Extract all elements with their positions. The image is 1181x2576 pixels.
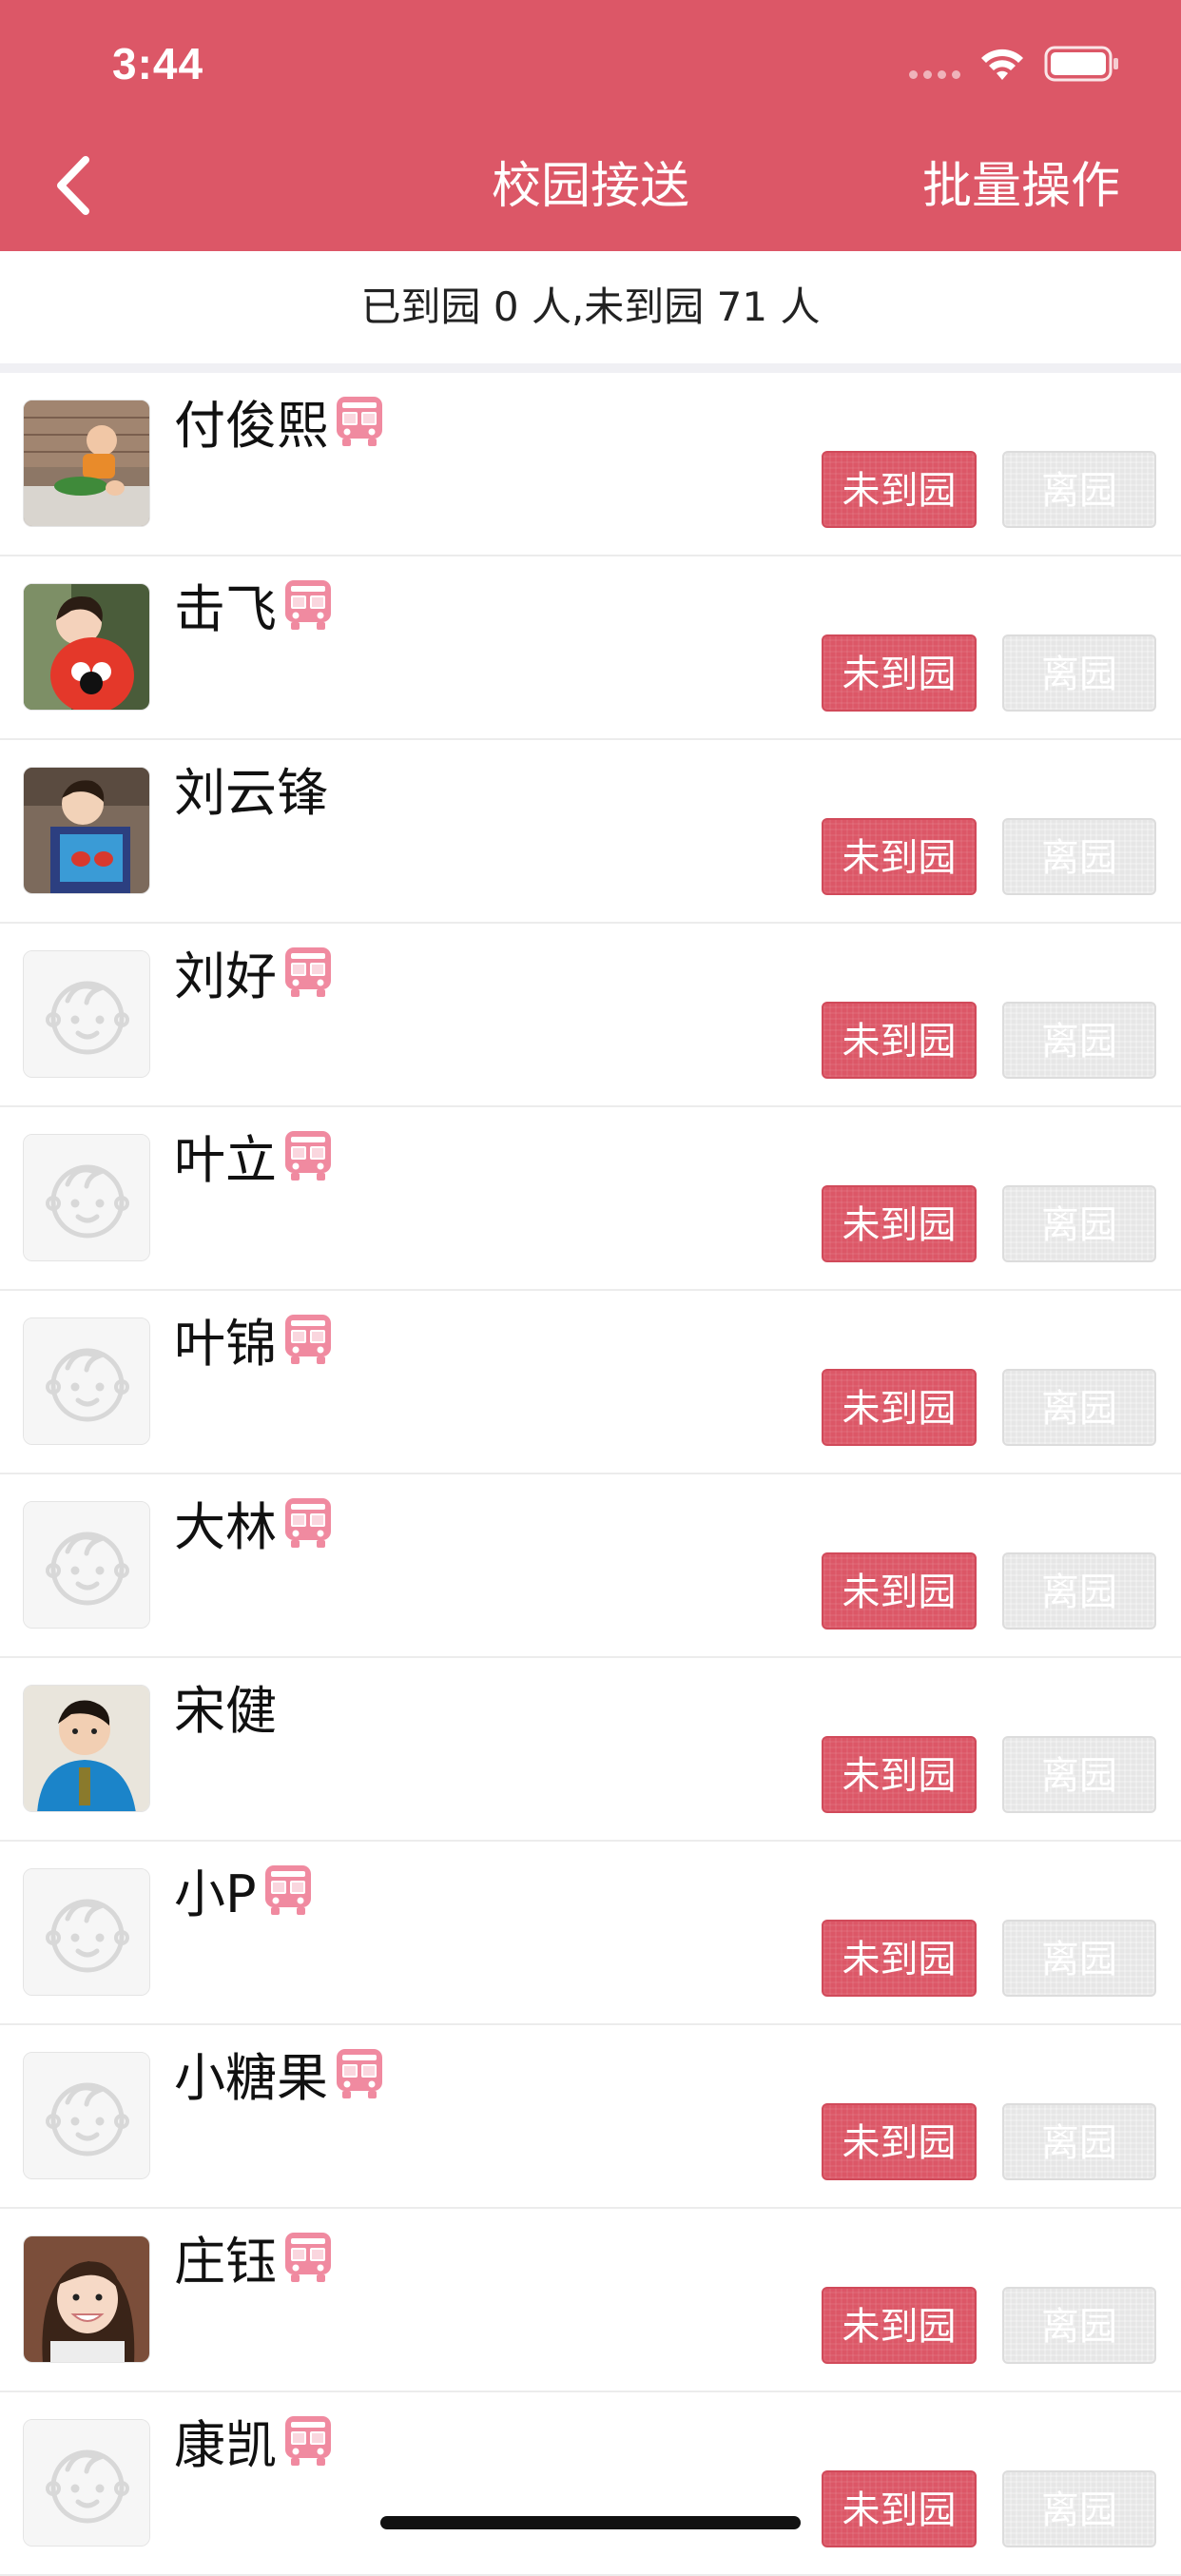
- student-name-wrap: 击飞: [174, 566, 334, 642]
- not-arrived-button[interactable]: 未到园: [822, 2103, 977, 2180]
- student-name: 叶锦: [174, 1313, 277, 1374]
- avatar: [23, 2235, 150, 2363]
- list-item[interactable]: 刘云锋未到园 离园: [0, 740, 1181, 924]
- list-item[interactable]: 叶立 未到园 离园: [0, 1107, 1181, 1291]
- avatar-placeholder-icon: [23, 2052, 150, 2179]
- avatar: [23, 400, 150, 527]
- signal-icon: [909, 70, 960, 79]
- not-arrived-button[interactable]: 未到园: [822, 1002, 977, 1079]
- school-bus-icon: [282, 2229, 334, 2284]
- student-name-wrap: 小P: [174, 1851, 314, 1927]
- leave-button[interactable]: 离园: [1002, 1002, 1156, 1079]
- wifi-icon: [981, 49, 1023, 80]
- list-item[interactable]: 小糖果 未到园 离园: [0, 2025, 1181, 2209]
- status-time: 3:44: [112, 39, 204, 88]
- student-name-wrap: 刘云锋: [174, 750, 328, 826]
- batch-operation-button[interactable]: 批量操作: [922, 154, 1120, 219]
- student-name-wrap: 宋健: [174, 1668, 277, 1744]
- avatar: [23, 1685, 150, 1812]
- student-name: 康凯: [174, 2414, 277, 2475]
- not-arrived-button[interactable]: 未到园: [822, 2287, 977, 2364]
- school-bus-icon: [334, 2045, 385, 2100]
- not-arrived-button[interactable]: 未到园: [822, 1369, 977, 1446]
- student-name: 庄钰: [174, 2231, 277, 2292]
- student-name-wrap: 叶立: [174, 1117, 334, 1193]
- school-bus-icon: [262, 1862, 314, 1917]
- school-bus-icon: [282, 1494, 334, 1550]
- leave-button[interactable]: 离园: [1002, 818, 1156, 895]
- student-name-wrap: 刘好: [174, 933, 334, 1009]
- battery-icon: [1044, 46, 1118, 82]
- student-name: 叶立: [174, 1129, 277, 1190]
- school-bus-icon: [334, 393, 385, 448]
- avatar-placeholder-icon: [23, 1868, 150, 1996]
- leave-button[interactable]: 离园: [1002, 1736, 1156, 1813]
- home-indicator[interactable]: [380, 2516, 801, 2529]
- leave-button[interactable]: 离园: [1002, 451, 1156, 528]
- not-arrived-button[interactable]: 未到园: [822, 634, 977, 712]
- student-name: 大林: [174, 1496, 277, 1557]
- student-name: 小P: [174, 1864, 257, 1924]
- student-name: 刘云锋: [174, 762, 328, 823]
- list-item[interactable]: 康凯 未到园 离园: [0, 2392, 1181, 2576]
- not-arrived-button[interactable]: 未到园: [822, 1552, 977, 1630]
- school-bus-icon: [282, 944, 334, 999]
- list-item[interactable]: 刘好 未到园 离园: [0, 924, 1181, 1107]
- student-list: 付俊熙 未到园 离园 击飞 未到园 离园 刘云锋 未到园 离园 刘好 未到园 离…: [0, 373, 1181, 2576]
- list-item[interactable]: 小P 未到园 离园: [0, 1842, 1181, 2025]
- student-name: 击飞: [174, 578, 277, 639]
- leave-button[interactable]: 离园: [1002, 634, 1156, 712]
- list-item[interactable]: 庄钰 未到园 离园: [0, 2209, 1181, 2392]
- student-name: 刘好: [174, 946, 277, 1006]
- school-bus-icon: [282, 1311, 334, 1366]
- student-name-wrap: 小糖果: [174, 2035, 385, 2111]
- list-item[interactable]: 大林 未到园 离园: [0, 1474, 1181, 1658]
- student-name-wrap: 大林: [174, 1484, 334, 1560]
- avatar-placeholder-icon: [23, 1501, 150, 1629]
- avatar-placeholder-icon: [23, 950, 150, 1078]
- avatar-placeholder-icon: [23, 1134, 150, 1261]
- not-arrived-button[interactable]: 未到园: [822, 1920, 977, 1997]
- leave-button[interactable]: 离园: [1002, 2470, 1156, 2547]
- leave-button[interactable]: 离园: [1002, 2103, 1156, 2180]
- section-divider: [0, 363, 1181, 373]
- leave-button[interactable]: 离园: [1002, 1185, 1156, 1262]
- student-name: 小糖果: [174, 2047, 328, 2108]
- list-item[interactable]: 付俊熙 未到园 离园: [0, 373, 1181, 556]
- leave-button[interactable]: 离园: [1002, 1552, 1156, 1630]
- app-header: 3:44 校园接送 批量操作: [0, 0, 1181, 251]
- student-name: 付俊熙: [174, 395, 328, 456]
- avatar-placeholder-icon: [23, 2419, 150, 2547]
- leave-button[interactable]: 离园: [1002, 1920, 1156, 1997]
- student-name-wrap: 康凯: [174, 2402, 334, 2478]
- school-bus-icon: [282, 576, 334, 632]
- not-arrived-button[interactable]: 未到园: [822, 818, 977, 895]
- school-bus-icon: [282, 1127, 334, 1182]
- not-arrived-button[interactable]: 未到园: [822, 1185, 977, 1262]
- student-name-wrap: 付俊熙: [174, 382, 385, 459]
- student-name: 宋健: [174, 1680, 277, 1741]
- not-arrived-button[interactable]: 未到园: [822, 451, 977, 528]
- leave-button[interactable]: 离园: [1002, 2287, 1156, 2364]
- avatar-placeholder-icon: [23, 1317, 150, 1445]
- attendance-summary: 已到园 0 人,未到园 71 人: [0, 251, 1181, 363]
- not-arrived-button[interactable]: 未到园: [822, 2470, 977, 2547]
- school-bus-icon: [282, 2412, 334, 2468]
- list-item[interactable]: 击飞 未到园 离园: [0, 556, 1181, 740]
- student-name-wrap: 庄钰: [174, 2218, 334, 2294]
- avatar: [23, 583, 150, 711]
- student-name-wrap: 叶锦: [174, 1300, 334, 1376]
- leave-button[interactable]: 离园: [1002, 1369, 1156, 1446]
- not-arrived-button[interactable]: 未到园: [822, 1736, 977, 1813]
- list-item[interactable]: 叶锦 未到园 离园: [0, 1291, 1181, 1474]
- avatar: [23, 767, 150, 894]
- list-item[interactable]: 宋健未到园 离园: [0, 1658, 1181, 1842]
